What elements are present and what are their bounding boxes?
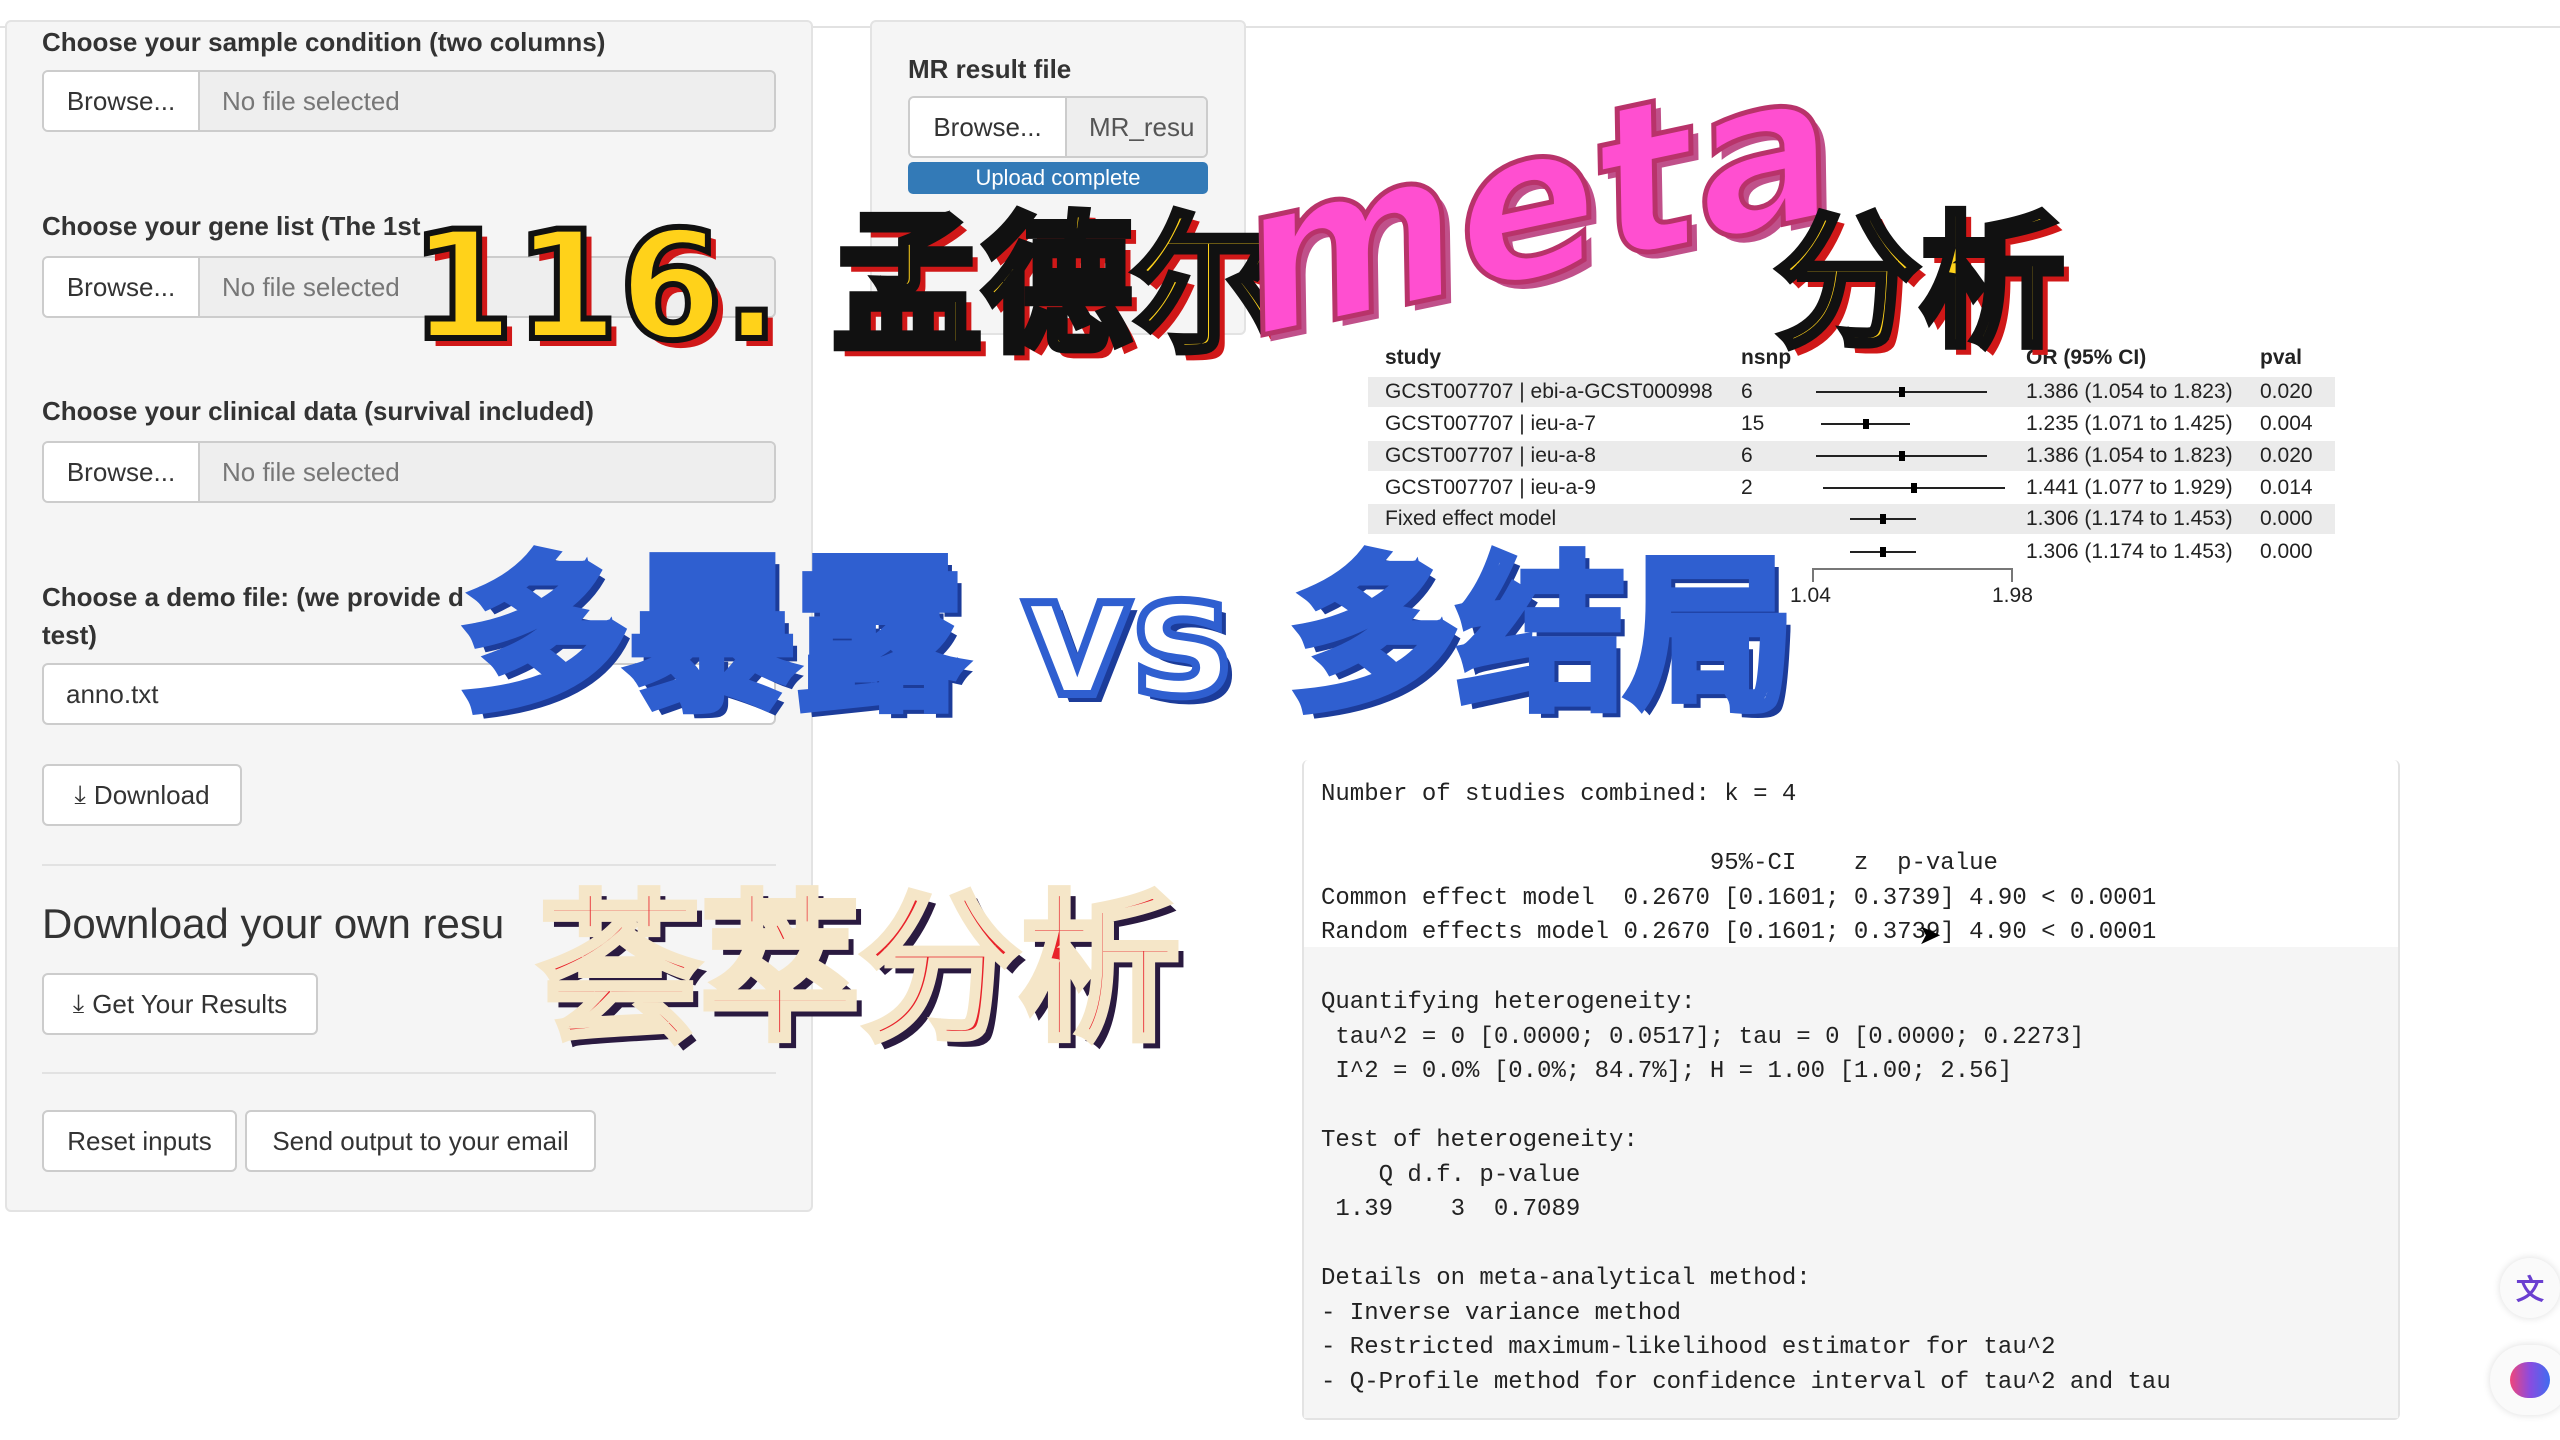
get-results-label: Get Your Results <box>92 988 288 1019</box>
forest-or: 1.235 (1.071 to 1.425) <box>2026 412 2233 435</box>
demo-file-label: Choose a demo file: (we provide d <box>42 582 464 612</box>
output-line: - Inverse variance method <box>1321 1299 1682 1327</box>
demo-file-label-cont: test) <box>42 620 97 650</box>
output-line: - Q-Profile method for confidence interv… <box>1321 1368 2171 1396</box>
browse-button[interactable]: Browse... <box>44 72 200 130</box>
clinical-data-label: Choose your clinical data (survival incl… <box>42 396 594 426</box>
output-line: 95%-CI z p-value <box>1321 850 1998 877</box>
file-name-display: MR_resu <box>1067 98 1206 156</box>
brain-icon[interactable] <box>2490 1345 2560 1415</box>
mr-result-file-input[interactable]: Browse... MR_resu <box>908 96 1208 158</box>
forest-or: 1.386 (1.054 to 1.823) <box>2026 380 2233 403</box>
overlay-tag: 荟萃分析 <box>537 873 1183 1066</box>
forest-pval: 0.020 <box>2260 444 2313 467</box>
download-icon: ⤓ <box>74 779 86 809</box>
mouse-cursor-icon: ➤ <box>1918 919 1942 950</box>
clinical-data-file-input[interactable]: Browse... No file selected <box>42 441 776 503</box>
axis-tick-label: 1.04 <box>1790 584 1831 607</box>
download-button[interactable]: ⤓ Download <box>42 764 242 826</box>
output-line: Details on meta-analytical method: <box>1321 1265 1811 1292</box>
own-results-heading: Download your own resu <box>42 900 505 947</box>
output-line: I^2 = 0.0% [0.0%; 84.7%]; H = 1.00 [1.00… <box>1321 1058 2013 1085</box>
forest-study: GCST007707 | ieu-a-8 <box>1385 444 1596 467</box>
output-line: - Restricted maximum-likelihood estimato… <box>1321 1334 2056 1361</box>
reset-inputs-button[interactable]: Reset inputs <box>42 1110 237 1172</box>
point-estimate <box>1862 419 1869 429</box>
get-results-button[interactable]: ⤓ Get Your Results <box>42 973 318 1035</box>
forest-study: GCST007707 | ebi-a-GCST000998 <box>1385 380 1713 403</box>
meta-output-summary: Number of studies combined: k = 4 95%-CI… <box>1321 778 2156 951</box>
output-line: Number of studies combined: k = 4 <box>1321 781 1797 808</box>
forest-study: GCST007707 | ieu-a-9 <box>1385 476 1596 499</box>
sample-condition-file-input[interactable]: Browse... No file selected <box>42 70 776 132</box>
divider <box>42 1072 776 1074</box>
output-line: Common effect model 0.2670 [0.1601; 0.37… <box>1321 884 2157 912</box>
forest-study: GCST007707 | ieu-a-7 <box>1385 412 1596 435</box>
point-estimate <box>1898 387 1905 397</box>
output-line: 1.39 3 0.7089 <box>1321 1196 1581 1223</box>
send-email-button[interactable]: Send output to your email <box>245 1110 596 1172</box>
forest-nsnp: 15 <box>1741 412 1765 435</box>
file-name-display: No file selected <box>200 72 774 130</box>
point-estimate <box>1898 451 1905 461</box>
overlay-meta: meta <box>1214 17 1860 387</box>
overlay-title-number: 116. 孟德尔 <box>407 197 1285 377</box>
file-name-display: No file selected <box>200 443 774 501</box>
overlay-fenxi: 分析 <box>1772 196 2068 371</box>
output-line: Q d.f. p-value <box>1321 1161 1581 1189</box>
mr-result-label: MR result file <box>908 54 1072 84</box>
forest-pval: 0.000 <box>2260 540 2313 563</box>
download-label: Download <box>93 779 210 810</box>
forest-pval: 0.014 <box>2260 476 2313 499</box>
browse-button[interactable]: Browse... <box>44 258 200 316</box>
forest-pval: 0.004 <box>2260 412 2313 435</box>
point-estimate <box>1880 547 1887 557</box>
sample-condition-label: Choose your sample condition (two column… <box>42 27 606 57</box>
forest-pval: 0.000 <box>2260 507 2313 530</box>
forest-or: 1.306 (1.174 to 1.453) <box>2026 540 2233 563</box>
point-estimate <box>1910 483 1917 493</box>
overlay-subtitle: 多暴露 vs 多结局 <box>456 534 1798 738</box>
output-line: tau^2 = 0 [0.0000; 0.0517]; tau = 0 [0.0… <box>1321 1023 2085 1051</box>
forest-or: 1.441 (1.077 to 1.929) <box>2026 476 2233 499</box>
output-line: Test of heterogeneity: <box>1321 1127 1638 1154</box>
forest-axis <box>1812 568 2013 582</box>
browse-button[interactable]: Browse... <box>910 98 1067 156</box>
forest-nsnp: 6 <box>1741 444 1753 467</box>
point-estimate <box>1880 514 1887 524</box>
output-line: Quantifying heterogeneity: <box>1321 989 1696 1016</box>
demo-file-value: anno.txt <box>66 679 159 709</box>
forest-or: 1.386 (1.054 to 1.823) <box>2026 444 2233 467</box>
translate-icon[interactable]: 文 <box>2500 1258 2560 1318</box>
forest-nsnp: 2 <box>1741 476 1753 499</box>
forest-nsnp: 6 <box>1741 380 1753 403</box>
meta-output-heterogeneity: Quantifying heterogeneity: tau^2 = 0 [0.… <box>1321 986 2171 1400</box>
browse-button[interactable]: Browse... <box>44 443 200 501</box>
download-icon: ⤓ <box>72 988 85 1018</box>
gene-list-label: Choose your gene list (The 1st <box>42 211 421 241</box>
forest-pval: 0.020 <box>2260 380 2313 403</box>
forest-or: 1.306 (1.174 to 1.453) <box>2026 507 2233 530</box>
output-line: Random effects model 0.2670 [0.1601; 0.3… <box>1321 919 2157 946</box>
axis-tick-label: 1.98 <box>1992 584 2033 607</box>
header-pval: pval <box>2260 346 2303 369</box>
